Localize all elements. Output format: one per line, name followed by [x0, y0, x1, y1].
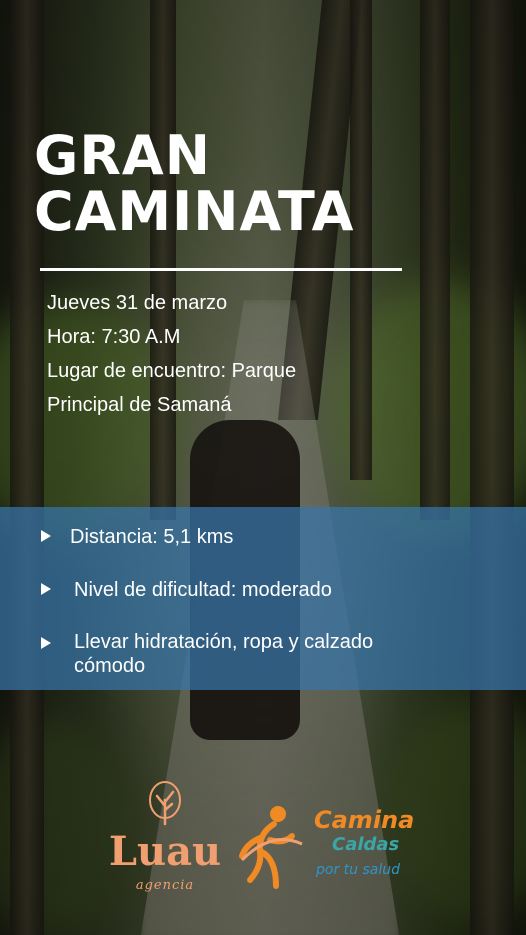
event-place: Lugar de encuentro: Parque: [47, 360, 297, 382]
luau-subtitle: agencia: [135, 878, 195, 893]
event-poster: GRAN CAMINATA Jueves 31 de marzo Hora: 7…: [0, 0, 526, 935]
luau-logo: Luau agencia: [100, 780, 230, 900]
camina-caldas-logo: Camina Caldas por tu salud: [236, 800, 436, 896]
detail-difficulty: Nivel de dificultad: moderado: [74, 579, 332, 601]
camina-wordmark: Camina: [314, 806, 415, 834]
event-date: Jueves 31 de marzo: [47, 292, 228, 314]
title-divider: [40, 268, 402, 271]
event-info: Jueves 31 de marzo Hora: 7:30 A.M Lugar …: [47, 286, 296, 422]
event-place-cont: Principal de Samaná: [47, 394, 232, 416]
bullet-arrow-icon: [41, 583, 51, 595]
bullet-arrow-icon: [41, 637, 51, 649]
luau-wordmark: Luau: [108, 828, 222, 875]
runner-icon: [239, 806, 303, 889]
tree-icon: [149, 781, 181, 826]
detail-distance: Distancia: 5,1 kms: [70, 526, 234, 548]
caldas-wordmark: Caldas: [332, 834, 400, 855]
camina-tagline: por tu salud: [316, 862, 400, 878]
detail-bring: Llevar hidratación, ropa y calzado cómod…: [74, 631, 374, 677]
bullet-arrow-icon: [41, 530, 51, 542]
page-title: GRAN CAMINATA: [34, 124, 355, 243]
event-time: Hora: 7:30 A.M: [47, 326, 181, 348]
